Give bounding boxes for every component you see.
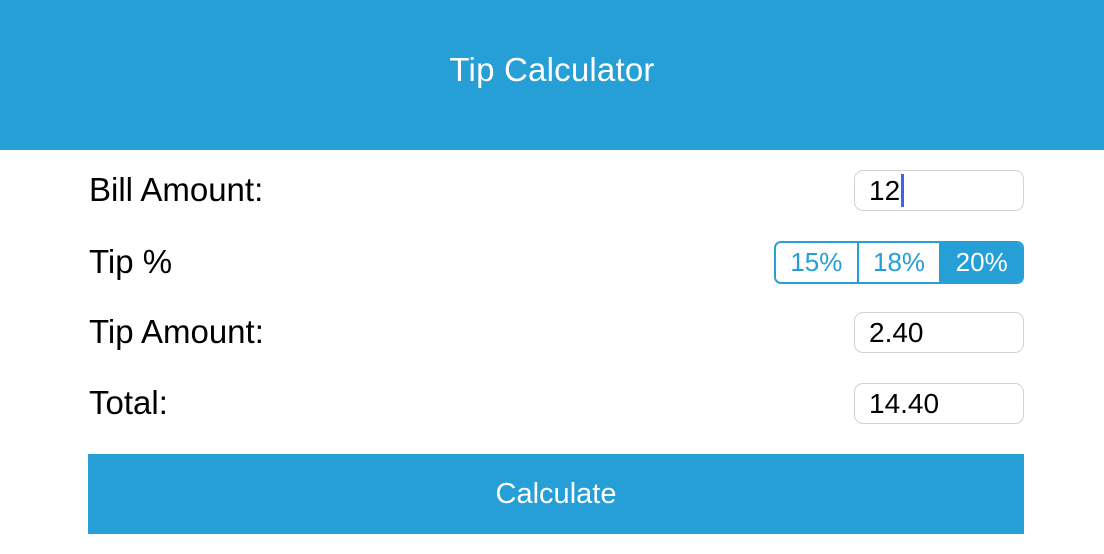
bill-amount-label: Bill Amount: bbox=[89, 171, 264, 208]
bill-amount-input[interactable]: 12 bbox=[854, 170, 1024, 211]
calculate-button[interactable]: Calculate bbox=[88, 454, 1024, 534]
tip-option-20[interactable]: 20% bbox=[941, 243, 1022, 282]
total-label: Total: bbox=[89, 384, 168, 421]
tip-option-18[interactable]: 18% bbox=[858, 243, 942, 282]
page-title: Tip Calculator bbox=[449, 51, 655, 88]
tip-percent-segmented-control[interactable]: 15% 18% 20% bbox=[774, 241, 1024, 284]
tip-amount-label: Tip Amount: bbox=[89, 313, 264, 350]
bill-amount-value: 12 bbox=[869, 175, 901, 206]
total-field[interactable]: 14.40 bbox=[854, 383, 1024, 424]
tip-calculator-app: Tip Calculator Bill Amount: 12 Tip % 15%… bbox=[0, 0, 1104, 554]
tip-amount-value: 2.40 bbox=[869, 317, 924, 348]
tip-option-15[interactable]: 15% bbox=[776, 243, 859, 282]
header-bar: Tip Calculator bbox=[0, 0, 1104, 150]
tip-amount-field[interactable]: 2.40 bbox=[854, 312, 1024, 353]
total-value: 14.40 bbox=[869, 388, 940, 419]
text-caret bbox=[901, 174, 905, 207]
tip-percent-label: Tip % bbox=[89, 243, 173, 280]
